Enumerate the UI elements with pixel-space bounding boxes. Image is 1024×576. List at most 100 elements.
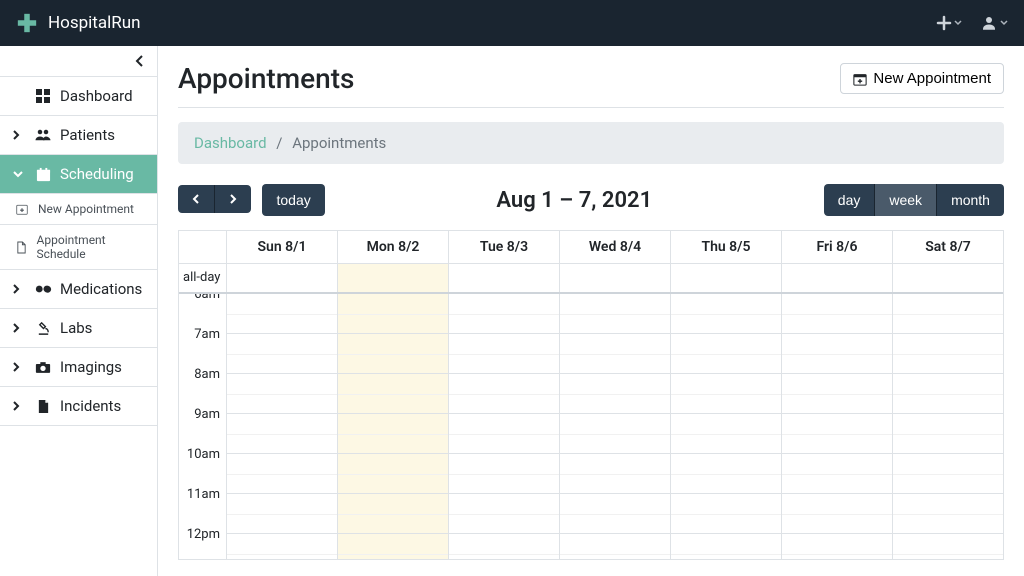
calendar-day-header[interactable]: Thu 8/5	[671, 231, 782, 263]
sidebar-item-dashboard[interactable]: Dashboard	[0, 77, 157, 116]
time-slot[interactable]	[782, 454, 893, 494]
time-slot[interactable]	[893, 334, 1003, 374]
time-slot[interactable]	[671, 454, 782, 494]
time-slot[interactable]	[671, 414, 782, 454]
time-slot[interactable]	[227, 294, 338, 334]
document-icon	[16, 241, 29, 254]
time-slot[interactable]	[338, 534, 449, 559]
calendar-nav: today	[178, 184, 325, 216]
time-slot[interactable]	[893, 494, 1003, 534]
allday-cell[interactable]	[227, 264, 338, 292]
calendar-day-header[interactable]: Fri 8/6	[782, 231, 893, 263]
allday-cell[interactable]	[338, 264, 449, 292]
time-slot[interactable]	[671, 494, 782, 534]
time-slot[interactable]	[782, 294, 893, 334]
time-slot[interactable]	[227, 494, 338, 534]
allday-cell[interactable]	[560, 264, 671, 292]
sidebar-sub-new-appointment[interactable]: New Appointment	[0, 194, 157, 225]
sidebar-item-incidents[interactable]: Incidents	[0, 387, 157, 426]
breadcrumb-separator: /	[276, 134, 282, 152]
time-slot[interactable]	[449, 374, 560, 414]
sidebar-item-labs[interactable]: Labs	[0, 309, 157, 348]
allday-cell[interactable]	[671, 264, 782, 292]
time-slot[interactable]	[671, 534, 782, 559]
topbar-actions	[936, 14, 1008, 32]
time-slot[interactable]	[449, 534, 560, 559]
time-slot[interactable]	[227, 534, 338, 559]
time-slot[interactable]	[338, 414, 449, 454]
sidebar-item-medications[interactable]: Medications	[0, 270, 157, 309]
breadcrumb-root[interactable]: Dashboard	[194, 134, 267, 152]
breadcrumb-current: Appointments	[292, 134, 386, 152]
sidebar-sub-appointment-schedule[interactable]: Appointment Schedule	[0, 225, 157, 270]
sidebar-item-patients[interactable]: Patients	[0, 116, 157, 155]
sidebar-item-label: Medications	[60, 280, 142, 298]
sidebar-item-imagings[interactable]: Imagings	[0, 348, 157, 387]
allday-cell[interactable]	[449, 264, 560, 292]
time-slot[interactable]	[338, 334, 449, 374]
time-slot[interactable]	[671, 334, 782, 374]
time-slot[interactable]	[893, 414, 1003, 454]
view-month-button[interactable]: month	[936, 184, 1004, 216]
calendar-body[interactable]: 6am7am8am9am10am11am12pm1pm	[179, 294, 1003, 559]
calendar-day-header[interactable]: Mon 8/2	[338, 231, 449, 263]
time-slot[interactable]	[782, 334, 893, 374]
time-slot[interactable]	[560, 534, 671, 559]
calendar-day-header[interactable]: Tue 8/3	[449, 231, 560, 263]
allday-label: all-day	[179, 264, 227, 292]
time-slot[interactable]	[560, 294, 671, 334]
time-slot[interactable]	[449, 294, 560, 334]
time-slot[interactable]	[671, 374, 782, 414]
time-slot[interactable]	[227, 374, 338, 414]
time-slot[interactable]	[227, 414, 338, 454]
time-slot[interactable]	[782, 414, 893, 454]
time-slot[interactable]	[449, 454, 560, 494]
time-slot[interactable]	[338, 494, 449, 534]
allday-cell[interactable]	[782, 264, 893, 292]
time-slot[interactable]	[671, 294, 782, 334]
today-button[interactable]: today	[262, 184, 324, 216]
time-slot[interactable]	[893, 374, 1003, 414]
calendar-day-header[interactable]: Wed 8/4	[560, 231, 671, 263]
time-slot[interactable]	[560, 494, 671, 534]
calendar: Sun 8/1 Mon 8/2 Tue 8/3 Wed 8/4 Thu 8/5 …	[178, 230, 1004, 560]
calendar-hour-row: 9am	[179, 414, 1003, 454]
new-appointment-button[interactable]: New Appointment	[840, 63, 1004, 94]
time-slot[interactable]	[560, 454, 671, 494]
sidebar-collapse[interactable]	[0, 46, 157, 77]
brand[interactable]: HospitalRun	[16, 12, 140, 34]
time-slot[interactable]	[782, 494, 893, 534]
time-slot[interactable]	[338, 374, 449, 414]
calendar-day-header[interactable]: Sun 8/1	[227, 231, 338, 263]
patients-icon	[34, 128, 52, 142]
hour-label: 7am	[179, 327, 227, 367]
time-slot[interactable]	[449, 334, 560, 374]
time-slot[interactable]	[782, 374, 893, 414]
time-slot[interactable]	[338, 454, 449, 494]
time-slot[interactable]	[560, 374, 671, 414]
time-slot[interactable]	[449, 494, 560, 534]
calendar-title: Aug 1 – 7, 2021	[496, 188, 652, 213]
add-menu[interactable]	[936, 15, 962, 31]
view-day-button[interactable]: day	[824, 184, 875, 216]
view-week-button[interactable]: week	[874, 184, 936, 216]
time-slot[interactable]	[227, 454, 338, 494]
next-button[interactable]	[214, 185, 251, 213]
time-slot[interactable]	[560, 414, 671, 454]
time-slot[interactable]	[893, 294, 1003, 334]
document-icon	[34, 399, 52, 414]
prev-button[interactable]	[178, 185, 214, 213]
time-slot[interactable]	[338, 294, 449, 334]
sidebar-item-scheduling[interactable]: Scheduling	[0, 155, 157, 194]
time-slot[interactable]	[560, 334, 671, 374]
button-label: New Appointment	[873, 70, 991, 87]
calendar-day-header[interactable]: Sat 8/7	[893, 231, 1003, 263]
user-menu[interactable]	[980, 14, 1008, 32]
allday-cell[interactable]	[893, 264, 1003, 292]
time-slot[interactable]	[449, 414, 560, 454]
sidebar-item-label: Labs	[60, 319, 92, 337]
time-slot[interactable]	[227, 334, 338, 374]
time-slot[interactable]	[893, 534, 1003, 559]
time-slot[interactable]	[782, 534, 893, 559]
time-slot[interactable]	[893, 454, 1003, 494]
